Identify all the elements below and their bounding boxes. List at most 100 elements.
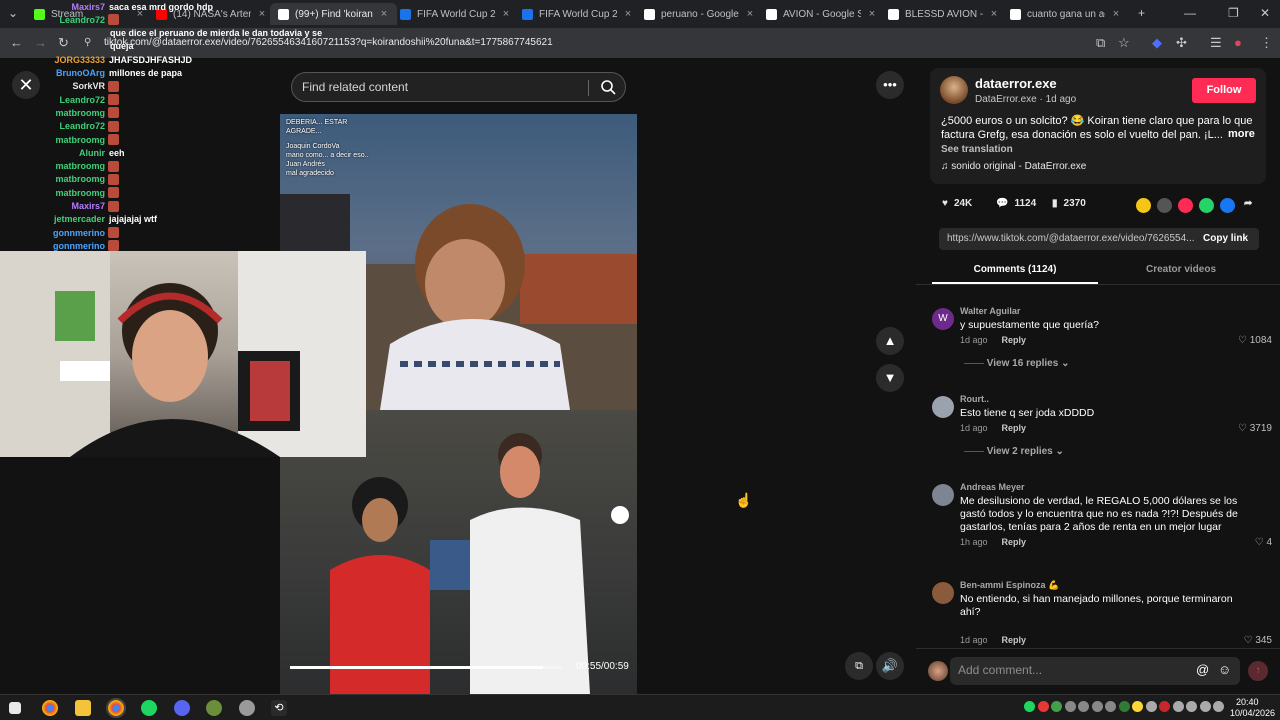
browser-tab[interactable]: FIFA World Cup 2026 × bbox=[392, 3, 519, 25]
start-menu-icon[interactable] bbox=[9, 702, 21, 714]
system-tray-icon[interactable] bbox=[1172, 701, 1184, 712]
share-arrow-icon[interactable]: ➦ bbox=[1244, 198, 1252, 209]
reload-icon[interactable]: ↻ bbox=[58, 35, 69, 51]
commenter-avatar[interactable]: W bbox=[932, 308, 954, 330]
profile-avatar[interactable]: ● bbox=[1234, 35, 1242, 50]
browser-tab[interactable]: BLESSD AVION - Goo × bbox=[880, 3, 1007, 25]
caption-more-link[interactable]: more bbox=[1228, 128, 1255, 140]
mention-icon[interactable]: @ bbox=[1196, 662, 1209, 677]
comment-like-button[interactable]: ♡ 345 bbox=[1244, 635, 1272, 646]
minimize-icon[interactable]: — bbox=[1184, 6, 1196, 20]
forward-icon[interactable]: → bbox=[34, 35, 47, 50]
see-translation-link[interactable]: See translation bbox=[941, 144, 1013, 155]
chrome-icon[interactable] bbox=[42, 700, 58, 716]
restore-icon[interactable]: ❐ bbox=[1228, 6, 1239, 20]
system-tray-icon[interactable] bbox=[1024, 701, 1035, 712]
app-icon-green[interactable] bbox=[206, 700, 222, 716]
tab-close-icon[interactable]: × bbox=[257, 8, 267, 20]
search-input[interactable] bbox=[302, 80, 592, 94]
tab-close-icon[interactable]: × bbox=[379, 8, 389, 20]
bookmark-star-icon[interactable]: ☆ bbox=[1118, 35, 1130, 51]
extensions-puzzle-icon[interactable]: ✣ bbox=[1176, 35, 1187, 51]
extension-shield-icon[interactable]: ◆ bbox=[1152, 35, 1162, 51]
author-avatar[interactable] bbox=[940, 76, 968, 104]
browser-tab[interactable]: AVION - Google Sear × bbox=[758, 3, 885, 25]
system-tray-icon[interactable] bbox=[1091, 701, 1103, 712]
follow-button[interactable]: Follow bbox=[1192, 78, 1256, 103]
sound-link[interactable]: ♫ sonido original - DataError.exe bbox=[941, 161, 1086, 172]
clock-time[interactable]: 20:40 bbox=[1236, 697, 1259, 707]
system-tray-icon[interactable] bbox=[1118, 701, 1130, 712]
comment-reply-button[interactable]: Reply bbox=[1002, 635, 1027, 645]
comment-button[interactable]: 💬 1124 bbox=[996, 198, 1036, 209]
chrome-active-icon[interactable] bbox=[106, 698, 126, 718]
comment-reply-button[interactable]: Reply bbox=[1002, 335, 1027, 345]
comment-author[interactable]: Walter Aguilar bbox=[960, 306, 1020, 316]
system-tray-icon[interactable] bbox=[1213, 701, 1224, 712]
coin-share-icon[interactable] bbox=[1136, 198, 1151, 213]
send-comment-button[interactable]: ↑ bbox=[1248, 661, 1268, 681]
comment-reply-button[interactable]: Reply bbox=[1002, 423, 1027, 433]
system-tray-icon[interactable] bbox=[1145, 701, 1157, 712]
browser-tab[interactable]: (99+) Find 'koirand...' × bbox=[270, 3, 397, 25]
commenter-avatar[interactable] bbox=[932, 396, 954, 418]
file-explorer-icon[interactable] bbox=[75, 700, 91, 716]
system-tray-icon[interactable] bbox=[1132, 701, 1143, 712]
app-icon-gray[interactable] bbox=[239, 700, 255, 716]
tab-comments[interactable]: Comments (1124) bbox=[932, 258, 1098, 284]
commenter-avatar[interactable] bbox=[932, 582, 954, 604]
tab-close-icon[interactable]: × bbox=[623, 8, 633, 20]
system-tray-icon[interactable] bbox=[1105, 701, 1116, 712]
commenter-avatar[interactable] bbox=[932, 484, 954, 506]
system-tray-icon[interactable] bbox=[1078, 701, 1089, 712]
back-icon[interactable]: ← bbox=[10, 35, 23, 50]
save-button[interactable]: ▮ 2370 bbox=[1052, 198, 1086, 209]
friends-share-icon[interactable] bbox=[1178, 198, 1193, 213]
embed-icon[interactable] bbox=[1157, 198, 1172, 213]
window-close-icon[interactable]: ✕ bbox=[1260, 6, 1270, 20]
video-progress-bar[interactable] bbox=[290, 666, 562, 669]
tab-creator-videos[interactable]: Creator videos bbox=[1098, 258, 1264, 284]
next-video-button[interactable]: ▼ bbox=[876, 364, 904, 392]
system-tray-icon[interactable] bbox=[1159, 701, 1170, 712]
more-options-icon[interactable]: ••• bbox=[876, 71, 904, 99]
site-info-icon[interactable]: ⚲ bbox=[84, 37, 91, 48]
whatsapp-icon[interactable] bbox=[1199, 198, 1214, 213]
comment-like-button[interactable]: ♡ 4 bbox=[1255, 537, 1272, 548]
install-app-icon[interactable]: ⧉ bbox=[1096, 35, 1105, 51]
facebook-icon[interactable] bbox=[1220, 198, 1235, 213]
tab-close-icon[interactable]: × bbox=[989, 8, 999, 20]
discord-icon[interactable] bbox=[174, 700, 190, 716]
comment-like-button[interactable]: ♡ 3719 bbox=[1238, 423, 1272, 434]
system-tray-icon[interactable] bbox=[1199, 701, 1211, 712]
share-link-url[interactable]: https://www.tiktok.com/@dataerror.exe/vi… bbox=[947, 233, 1195, 244]
floating-player-icon[interactable]: ⧉ bbox=[845, 652, 873, 680]
menu-kebab-icon[interactable]: ⋮ bbox=[1260, 35, 1273, 51]
volume-icon[interactable]: 🔊 bbox=[876, 652, 904, 680]
browser-tab[interactable]: peruano - Google Sea × bbox=[636, 3, 763, 25]
previous-video-button[interactable]: ▲ bbox=[876, 327, 904, 355]
tab-close-icon[interactable]: × bbox=[867, 8, 877, 20]
view-replies-button[interactable]: —— View 2 replies ⌄ bbox=[964, 446, 1064, 457]
system-tray-icon[interactable] bbox=[1186, 701, 1197, 712]
emoji-icon[interactable]: ☺ bbox=[1218, 662, 1231, 677]
tab-close-icon[interactable]: × bbox=[745, 8, 755, 20]
comment-reply-button[interactable]: Reply bbox=[1002, 537, 1027, 547]
comment-author[interactable]: Andreas Meyer bbox=[960, 482, 1025, 492]
system-tray-icon[interactable] bbox=[1037, 701, 1049, 712]
tab-close-icon[interactable]: × bbox=[1111, 8, 1121, 20]
comment-author[interactable]: Rourt.. bbox=[960, 394, 989, 404]
media-control-icon[interactable]: ☰ bbox=[1210, 35, 1222, 51]
browser-tab[interactable]: cuanto gana un admi × bbox=[1002, 3, 1129, 25]
search-icon[interactable] bbox=[600, 79, 616, 95]
copy-link-button[interactable]: Copy link bbox=[1203, 233, 1248, 244]
tab-close-icon[interactable]: × bbox=[501, 8, 511, 20]
like-button[interactable]: ♥ 24K bbox=[942, 198, 972, 209]
author-name[interactable]: dataerror.exe bbox=[975, 76, 1057, 91]
comment-input[interactable] bbox=[958, 663, 1188, 677]
comment-author[interactable]: Ben-ammi Espinoza 💪 bbox=[960, 580, 1059, 591]
new-tab-button[interactable]: + bbox=[1138, 6, 1145, 20]
system-tray-icon[interactable] bbox=[1064, 701, 1076, 712]
system-tray-icon[interactable] bbox=[1051, 701, 1062, 712]
comment-like-button[interactable]: ♡ 1084 bbox=[1238, 335, 1272, 346]
